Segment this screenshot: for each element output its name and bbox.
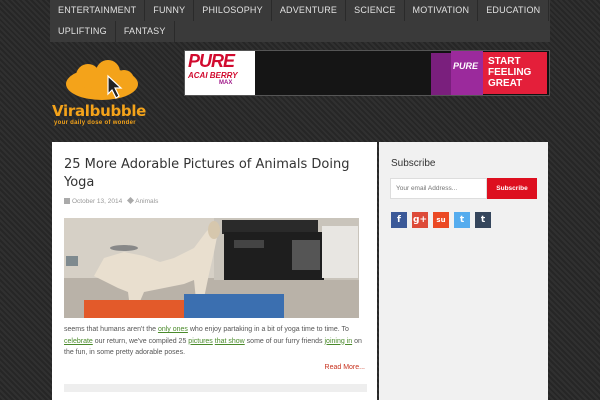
excerpt-link[interactable]: pictures [188,338,213,345]
tag-icon [127,196,135,205]
ad-max: MAX [219,80,233,86]
subscribe-title: Subscribe [391,158,436,169]
post-category[interactable]: Animals [135,198,158,205]
post-title[interactable]: 25 More Adorable Pictures of Animals Doi… [64,156,364,192]
excerpt-text: our return, we've compiled 25 [92,337,189,345]
post-image[interactable] [64,218,359,318]
ad-cta[interactable]: START FEELING GREAT [483,52,547,94]
nav-item-funny[interactable]: FUNNY [145,0,195,21]
cloud-logo-icon [66,60,138,100]
post-meta: October 13, 2014 Animals [64,196,158,205]
post-date: October 13, 2014 [72,198,123,205]
post-divider [64,384,367,392]
ad-brand: PURE [188,51,235,71]
tumblr-icon[interactable]: t [475,212,491,228]
nav-item-uplifting[interactable]: UPLIFTING [50,21,116,42]
google-plus-icon[interactable]: g+ [412,212,428,228]
dog-yoga-photo [64,218,359,318]
email-field[interactable] [390,178,487,199]
site-logo[interactable]: Viralbubble your daily dose of wonder [52,60,152,130]
sidebar: Subscribe Subscribe f g+ su t t [379,142,548,400]
excerpt-link[interactable]: only ones [158,326,188,333]
facebook-icon[interactable]: f [391,212,407,228]
nav-item-science[interactable]: SCIENCE [346,0,405,21]
ad-banner[interactable]: PURE ACAI BERRY MAX PURE START FEELING G… [184,50,550,96]
nav-item-education[interactable]: EDUCATION [478,0,550,21]
ad-product-box-front: PURE [451,51,483,95]
subscribe-button[interactable]: Subscribe [487,178,537,199]
ad-product: ACAI BERRY [188,71,238,80]
main-content: 25 More Adorable Pictures of Animals Doi… [52,142,377,400]
excerpt-text: seems that humans aren't the [64,326,158,333]
excerpt-link[interactable]: joining in [325,338,353,345]
nav-item-entertainment[interactable]: ENTERTAINMENT [50,0,146,21]
social-links: f g+ su t t [391,212,491,228]
stumbleupon-icon[interactable]: su [433,212,449,228]
nav-item-adventure[interactable]: ADVENTURE [271,0,347,21]
top-navigation: ENTERTAINMENT FUNNY PHILOSOPHY ADVENTURE… [50,0,550,42]
excerpt-link[interactable]: celebrate [64,338,93,345]
ad-box-label: PURE [453,61,479,71]
excerpt-text: who enjoy partaking in a bit of yoga tim… [187,326,349,333]
ad-dark-panel [255,51,431,95]
calendar-icon [64,198,70,204]
excerpt-text: some of our furry friends [244,337,325,345]
read-more-link[interactable]: Read More... [325,364,365,371]
logo-name: Viralbubble [52,102,147,120]
post-excerpt: seems that humans aren't the only ones w… [64,324,369,359]
nav-item-motivation[interactable]: MOTIVATION [404,0,479,21]
twitter-icon[interactable]: t [454,212,470,228]
nav-item-philosophy[interactable]: PHILOSOPHY [194,0,272,21]
nav-item-fantasy[interactable]: FANTASY [115,21,175,42]
ad-brand-panel: PURE ACAI BERRY MAX [185,51,255,95]
ad-product-box [431,53,453,95]
excerpt-link[interactable]: that show [215,338,245,345]
logo-tagline: your daily dose of wonder [54,120,136,126]
